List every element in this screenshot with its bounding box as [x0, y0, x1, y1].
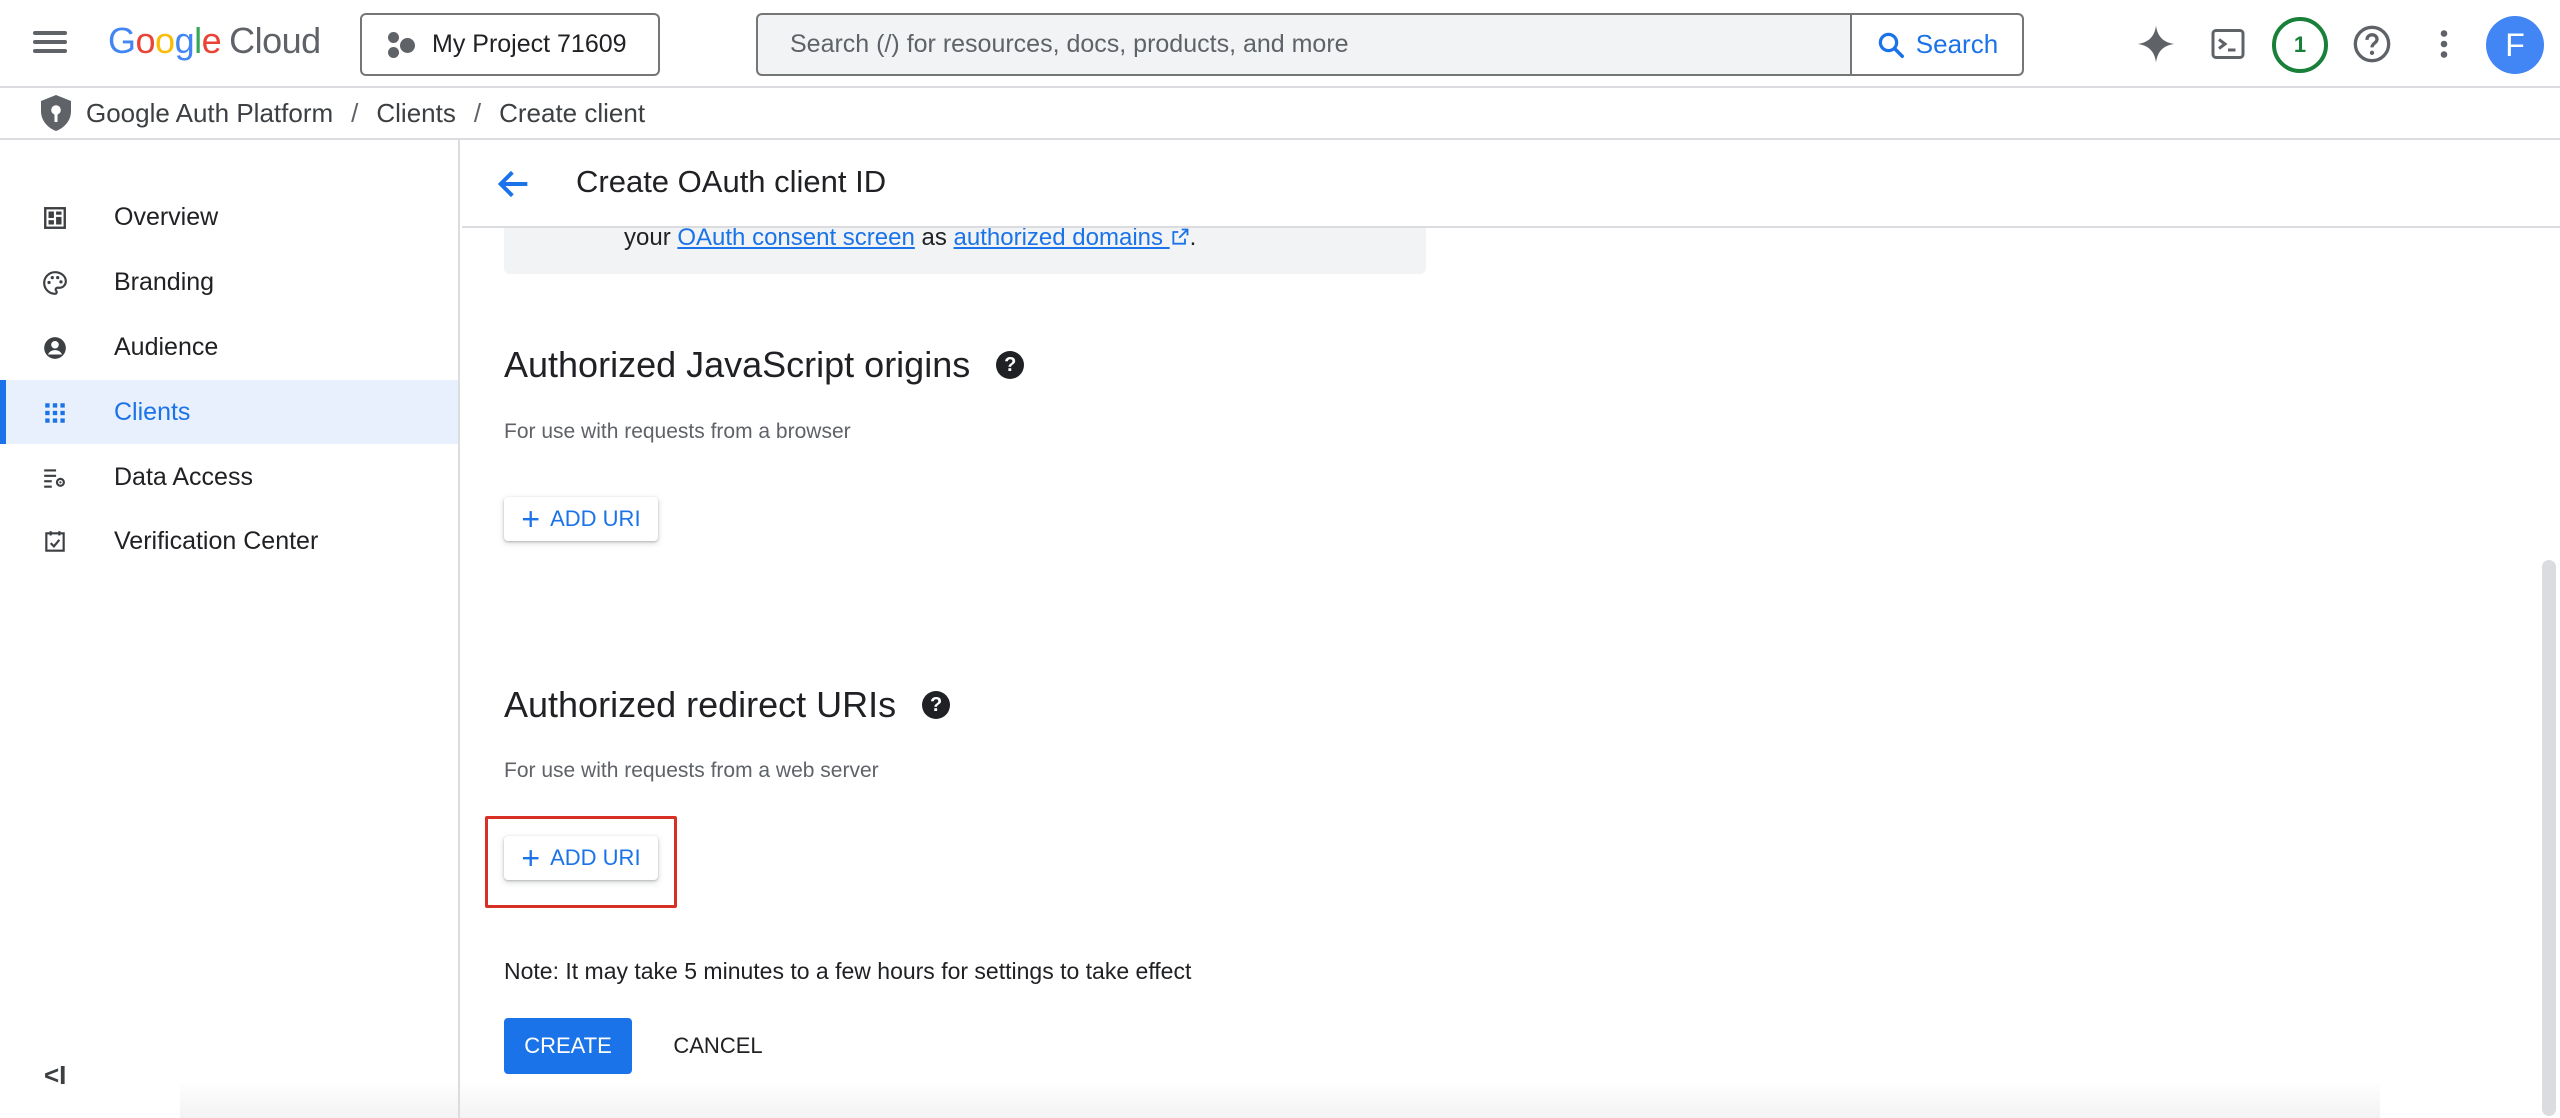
open-in-new-icon: [1172, 228, 1189, 245]
add-js-origin-uri-button[interactable]: + ADD URI: [504, 497, 658, 541]
gemini-sparkle-icon[interactable]: [2136, 24, 2176, 64]
create-button[interactable]: CREATE: [504, 1018, 632, 1074]
add-redirect-uri-button[interactable]: + ADD URI: [504, 836, 658, 880]
project-nodes-icon: [386, 30, 416, 60]
notifications-badge[interactable]: 1: [2272, 17, 2328, 73]
sidebar-item-label: Clients: [114, 397, 191, 426]
page-title: Create OAuth client ID: [576, 164, 887, 199]
sidebar-item-label: Branding: [114, 267, 215, 296]
search-bar[interactable]: Search (/) for resources, docs, products…: [756, 13, 2024, 76]
breadcrumb-separator: /: [473, 97, 482, 128]
plus-icon: +: [521, 501, 541, 537]
help-icon[interactable]: ?: [996, 351, 1025, 379]
apps-grid-icon: [45, 403, 65, 423]
redirect-uris-title: Authorized redirect URIs: [504, 684, 897, 725]
redirect-uris-description: For use with requests from a web server: [504, 759, 879, 782]
search-button[interactable]: Search: [1850, 15, 2022, 74]
project-picker-button[interactable]: My Project 71609: [360, 13, 660, 76]
info-middle: as: [921, 224, 947, 251]
collapse-sidebar-icon[interactable]: <I: [44, 1060, 66, 1091]
search-button-label: Search: [1915, 29, 1999, 59]
logo-cloud-text: Cloud: [229, 20, 321, 61]
sidebar-item-verification-center[interactable]: Verification Center: [0, 509, 458, 573]
cancel-button[interactable]: CANCEL: [660, 1018, 776, 1074]
logo-google-text: Google: [108, 20, 222, 61]
breadcrumb-create-client: Create client: [499, 97, 646, 128]
js-origins-title: Authorized JavaScript origins: [504, 344, 971, 385]
sidebar-item-label: Data Access: [114, 462, 253, 491]
authorized-domains-link-label: authorized domains: [953, 224, 1163, 251]
shield-icon: [41, 95, 71, 131]
redirect-uris-heading: Authorized redirect URIs ?: [504, 684, 951, 726]
plus-icon: +: [521, 840, 541, 876]
scrollbar-thumb[interactable]: [2542, 560, 2556, 1116]
cloud-shell-terminal-icon[interactable]: [2210, 26, 2246, 62]
breadcrumb: Google Auth Platform / Clients / Create …: [0, 88, 2560, 140]
account-avatar[interactable]: F: [2486, 16, 2544, 74]
sidebar-item-clients[interactable]: Clients: [0, 380, 458, 444]
dashboard-icon: [44, 207, 66, 229]
google-cloud-logo[interactable]: Google Cloud: [108, 20, 321, 62]
oauth-consent-screen-link[interactable]: OAuth consent screen: [677, 224, 914, 251]
breadcrumb-clients[interactable]: Clients: [376, 98, 455, 129]
sidebar-item-overview[interactable]: Overview: [0, 185, 458, 249]
authorized-domains-link[interactable]: authorized domains: [954, 224, 1190, 251]
top-app-bar: Google Cloud My Project 71609 Search (/) …: [0, 0, 2560, 88]
js-origins-description: For use with requests from a browser: [504, 420, 851, 443]
palette-icon: [43, 271, 67, 295]
sidebar-item-data-access[interactable]: Data Access: [0, 445, 458, 509]
page-header: Create OAuth client ID: [462, 140, 2560, 228]
account-circle-icon: [44, 337, 66, 359]
info-suffix: .: [1189, 224, 1197, 251]
sidebar-item-label: Overview: [114, 202, 219, 231]
breadcrumb-separator: /: [351, 97, 359, 128]
checkbox-icon: [45, 531, 65, 552]
help-circle-icon[interactable]: [2352, 24, 2392, 64]
info-prefix: your: [624, 224, 671, 251]
breadcrumb-auth-platform[interactable]: Google Auth Platform: [86, 98, 333, 129]
more-vert-icon[interactable]: [2426, 26, 2462, 62]
bottom-shadow: [180, 1080, 2380, 1118]
sidebar-item-label: Audience: [114, 332, 219, 361]
project-name: My Project 71609: [432, 30, 627, 58]
add-uri-label: ADD URI: [550, 506, 641, 531]
sidebar-item-branding[interactable]: Branding: [0, 250, 458, 314]
add-uri-label: ADD URI: [550, 845, 641, 870]
js-origins-heading: Authorized JavaScript origins ?: [504, 344, 1025, 386]
info-callout-text: your OAuth consent screen as authorized …: [624, 224, 1196, 252]
sidebar-nav: Overview Branding Audience Clients Data …: [0, 140, 460, 1118]
back-arrow-icon[interactable]: [494, 164, 534, 204]
search-icon: [1878, 32, 1904, 58]
manage-search-icon: [44, 469, 65, 488]
sidebar-item-audience[interactable]: Audience: [0, 315, 458, 379]
search-input[interactable]: Search (/) for resources, docs, products…: [758, 30, 1850, 59]
help-icon[interactable]: ?: [922, 691, 951, 719]
sidebar-item-label: Verification Center: [114, 526, 319, 555]
settings-note: Note: It may take 5 minutes to a few hou…: [504, 958, 1192, 984]
main-menu-icon[interactable]: [30, 26, 70, 62]
